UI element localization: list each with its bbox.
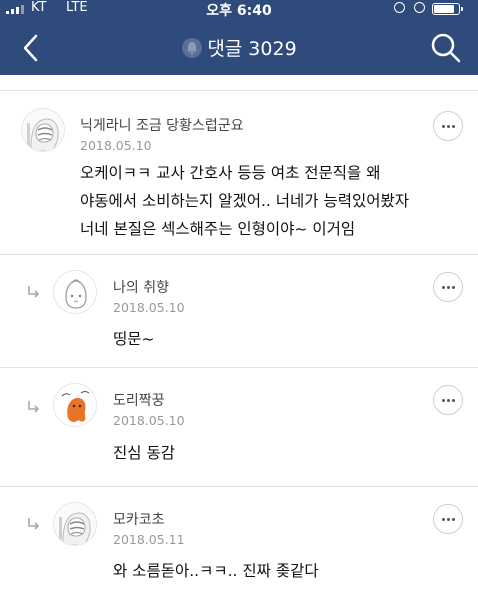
page-title-wrap: 댓글 3029 <box>0 34 478 61</box>
comment-nickname[interactable]: 도리짝꿍 <box>113 390 165 410</box>
comment-date: 2018.05.10 <box>113 300 185 315</box>
more-options-button[interactable] <box>433 272 463 302</box>
reply-arrow-icon <box>28 286 40 298</box>
reply-arrow-icon <box>28 518 40 530</box>
comment-text-line: 진심 동감 <box>113 444 175 462</box>
comment-text: 진심 동감 <box>113 439 175 467</box>
avatar[interactable] <box>21 108 65 152</box>
more-options-button[interactable] <box>433 111 463 141</box>
avatar-character-icon <box>54 503 96 545</box>
comment-nickname[interactable]: 모카코초 <box>113 509 165 529</box>
status-icons <box>394 1 470 16</box>
reply-item: 도리짝꿍 2018.05.10 진심 동감 <box>0 368 478 486</box>
comment-nickname[interactable]: 나의 취향 <box>113 277 169 297</box>
avatar-character-icon <box>54 384 96 426</box>
search-icon <box>431 33 461 63</box>
comment-text-line: 야동에서 소비하는지 알겠어.. 너네가 능력있어봤자 <box>80 192 410 210</box>
bell-icon[interactable] <box>181 37 203 59</box>
page-title: 댓글 3029 <box>207 38 297 60</box>
app-header: KT LTE 오후 6:40 댓글 3029 <box>0 0 478 75</box>
alarm-icon <box>414 2 425 13</box>
search-button[interactable] <box>428 30 464 66</box>
comment-date: 2018.05.10 <box>80 138 152 153</box>
avatar[interactable] <box>53 383 97 427</box>
avatar[interactable] <box>53 502 97 546</box>
battery-level <box>434 5 454 13</box>
more-options-button[interactable] <box>433 504 463 534</box>
reply-item: 나의 취향 2018.05.10 띵문~ <box>0 255 478 367</box>
comment-text-line: 와 소름돋아..ㅋㅋ.. 진짜 좆같다 <box>113 562 319 580</box>
comment-text-line: 띵문~ <box>113 330 155 348</box>
avatar-character-icon <box>22 109 64 151</box>
reply-arrow-icon <box>28 401 40 413</box>
rotation-lock-icon <box>394 2 405 13</box>
comment-date: 2018.05.10 <box>113 413 185 428</box>
comment-nickname[interactable]: 닉게라니 조금 당황스럽군요 <box>80 115 243 135</box>
avatar-character-icon <box>54 271 96 313</box>
reply-item: 모카코초 2018.05.11 와 소름돋아..ㅋㅋ.. 진짜 좆같다 <box>0 487 478 597</box>
status-bar: KT LTE 오후 6:40 <box>0 0 478 19</box>
battery-icon <box>432 3 463 15</box>
comment-text-line: 너네 본질은 섹스해주는 인형이야~ 이거임 <box>80 220 356 238</box>
nav-bar: 댓글 3029 <box>0 22 478 75</box>
avatar[interactable] <box>53 270 97 314</box>
more-options-button[interactable] <box>433 385 463 415</box>
comment-text: 띵문~ <box>113 325 155 353</box>
comment-text: 오케이ㅋㅋ 교사 간호사 등등 여초 전문직을 왜 야동에서 소비하는지 알겠어… <box>80 159 409 243</box>
comment-item: 닉게라니 조금 당황스럽군요 2018.05.10 오케이ㅋㅋ 교사 간호사 등… <box>0 91 478 254</box>
comment-text-line: 오케이ㅋㅋ 교사 간호사 등등 여초 전문직을 왜 <box>80 164 381 182</box>
comment-date: 2018.05.11 <box>113 532 185 547</box>
comment-text: 와 소름돋아..ㅋㅋ.. 진짜 좆같다 <box>113 557 319 585</box>
